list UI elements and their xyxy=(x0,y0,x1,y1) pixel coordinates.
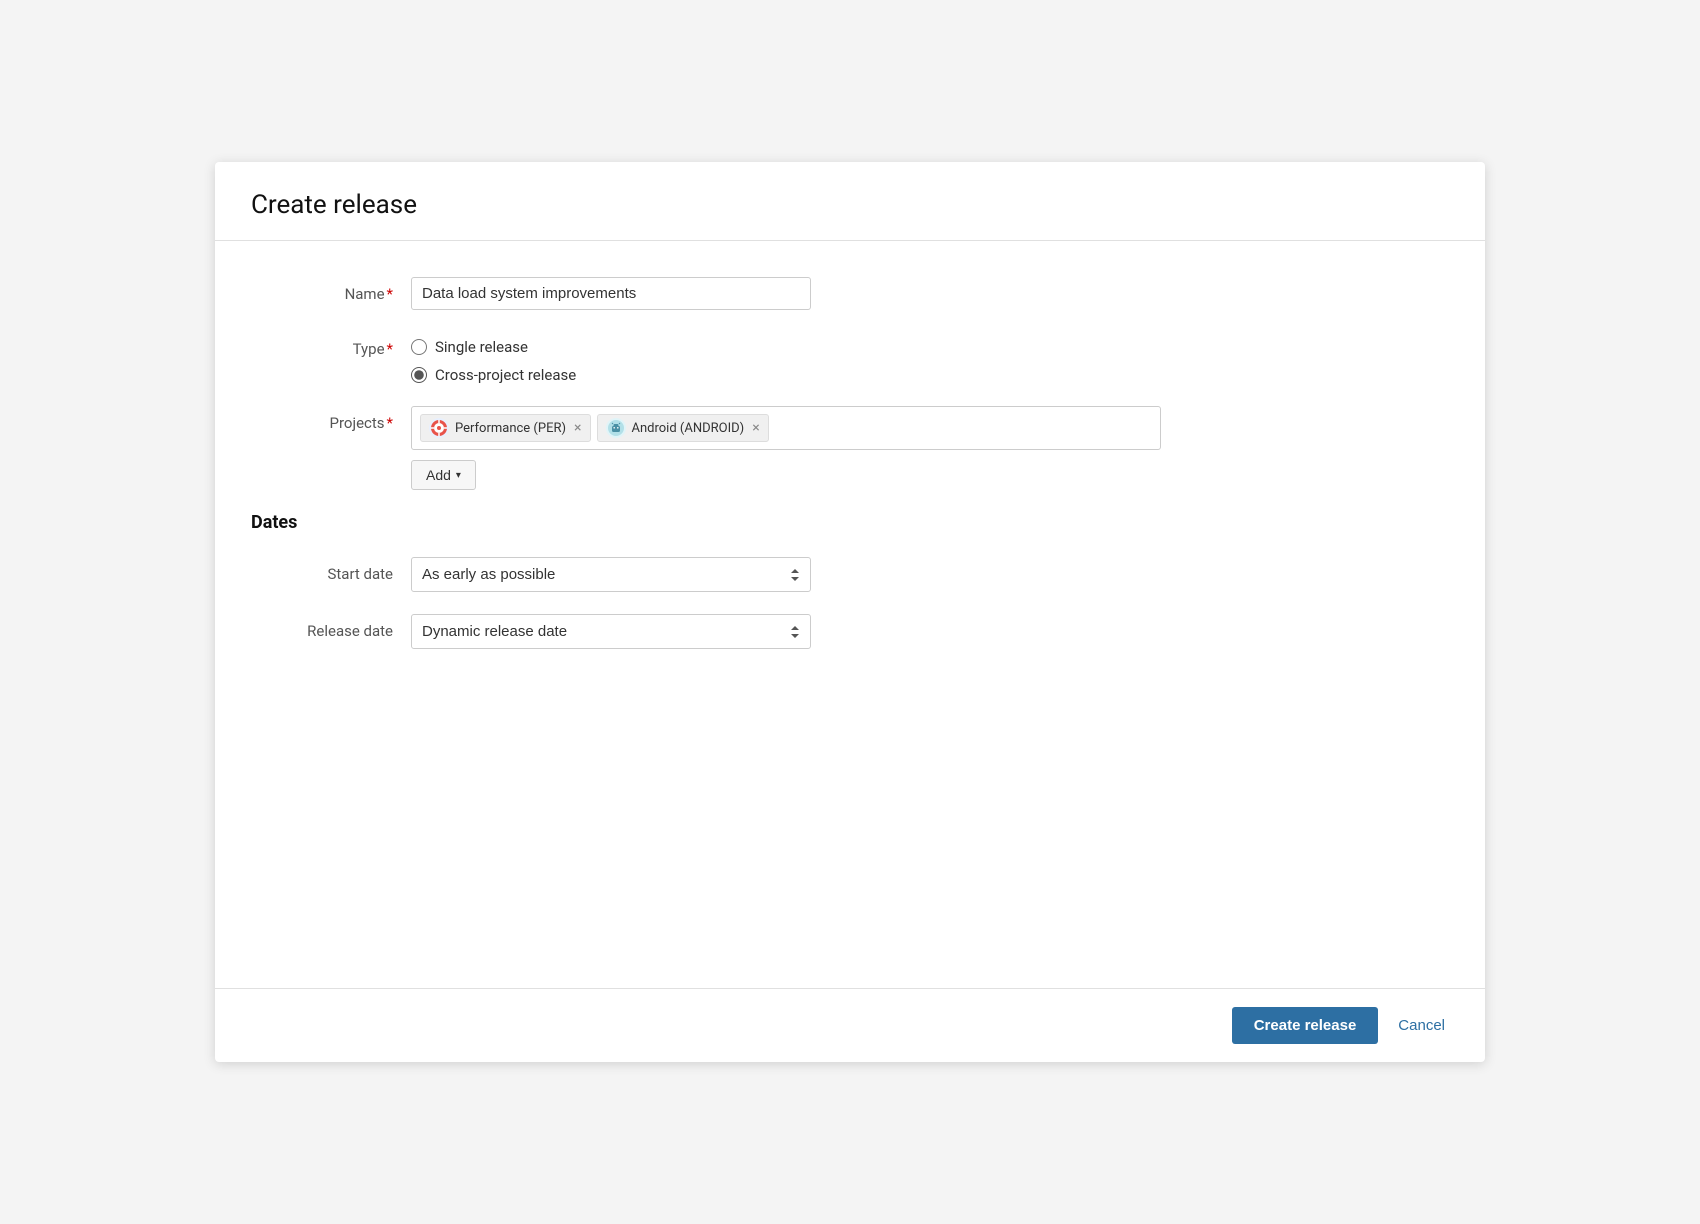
type-radio-group: Single release Cross-project release xyxy=(411,332,1449,384)
type-field: Single release Cross-project release xyxy=(411,332,1449,384)
projects-label: Projects* xyxy=(251,406,411,432)
dates-section: Dates Start date As early as possible On… xyxy=(251,512,1449,649)
release-date-row: Release date Dynamic release date On a s… xyxy=(251,614,1449,649)
release-date-select[interactable]: Dynamic release date On a specific date xyxy=(411,614,811,649)
project-tag-android: Android (ANDROID) × xyxy=(597,414,769,442)
projects-row: Projects* xyxy=(251,406,1449,490)
name-row: Name* xyxy=(251,277,1449,310)
projects-required-star: * xyxy=(387,414,393,432)
project-tag-performance: Performance (PER) × xyxy=(420,414,591,442)
add-project-button[interactable]: Add ▾ xyxy=(411,460,476,490)
name-label: Name* xyxy=(251,277,411,303)
create-release-modal: Create release Name* Type* Single releas… xyxy=(215,162,1485,1062)
type-required-star: * xyxy=(387,340,393,358)
single-release-label: Single release xyxy=(435,338,528,356)
cancel-button-label: Cancel xyxy=(1398,1017,1445,1034)
modal-title: Create release xyxy=(251,190,1449,220)
start-date-label: Start date xyxy=(251,557,411,583)
start-date-select[interactable]: As early as possible On a specific date xyxy=(411,557,811,592)
add-chevron-icon: ▾ xyxy=(456,470,461,481)
remove-android-button[interactable]: × xyxy=(752,421,759,435)
cross-release-label: Cross-project release xyxy=(435,366,576,384)
start-date-row: Start date As early as possible On a spe… xyxy=(251,557,1449,592)
modal-body: Name* Type* Single release Cross- xyxy=(215,241,1485,988)
remove-performance-button[interactable]: × xyxy=(574,421,581,435)
android-project-icon xyxy=(606,418,626,438)
android-project-name: Android (ANDROID) xyxy=(632,421,745,436)
projects-field: Performance (PER) × xyxy=(411,406,1449,490)
projects-input-row[interactable]: Performance (PER) × xyxy=(411,406,1161,450)
performance-project-name: Performance (PER) xyxy=(455,421,566,436)
modal-footer: Create release Cancel xyxy=(215,988,1485,1062)
cross-project-release-option[interactable]: Cross-project release xyxy=(411,366,1449,384)
name-required-star: * xyxy=(387,285,393,303)
performance-project-icon xyxy=(429,418,449,438)
cross-release-radio[interactable] xyxy=(411,367,427,383)
type-label: Type* xyxy=(251,332,411,358)
dates-section-title: Dates xyxy=(251,512,1449,533)
name-field xyxy=(411,277,1449,310)
name-input[interactable] xyxy=(411,277,811,310)
release-date-field: Dynamic release date On a specific date xyxy=(411,614,1449,649)
type-row: Type* Single release Cross-project relea… xyxy=(251,332,1449,384)
create-release-button[interactable]: Create release xyxy=(1232,1007,1379,1044)
modal-header: Create release xyxy=(215,162,1485,241)
cancel-button[interactable]: Cancel xyxy=(1394,1007,1449,1044)
add-button-label: Add xyxy=(426,467,451,483)
release-date-label: Release date xyxy=(251,614,411,640)
start-date-field: As early as possible On a specific date xyxy=(411,557,1449,592)
create-release-button-label: Create release xyxy=(1254,1017,1357,1034)
single-release-option[interactable]: Single release xyxy=(411,338,1449,356)
single-release-radio[interactable] xyxy=(411,339,427,355)
projects-container: Performance (PER) × xyxy=(411,406,1449,490)
